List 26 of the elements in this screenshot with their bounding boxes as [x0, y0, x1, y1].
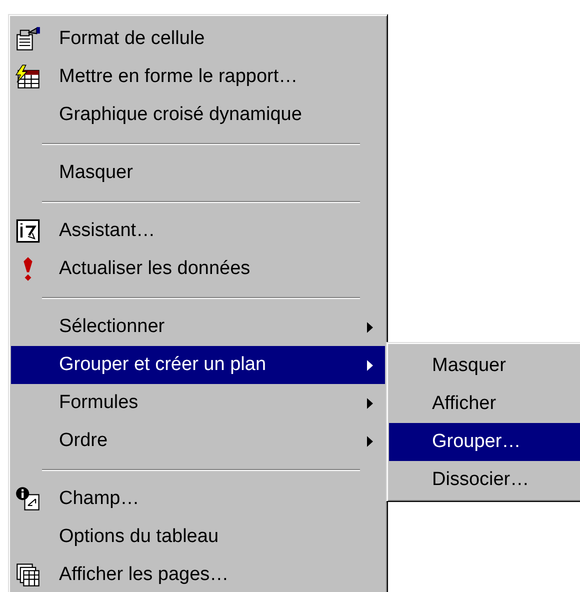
menu-item[interactable]: Graphique croisé dynamique — [11, 96, 385, 134]
submenu-arrow-icon — [367, 436, 373, 446]
submenu-arrow-icon — [367, 322, 373, 332]
menu-item[interactable]: Formules — [11, 384, 385, 422]
submenu-arrow-icon — [367, 398, 373, 408]
menu-item[interactable]: Format de cellule — [11, 20, 385, 58]
wizard-icon — [15, 218, 41, 244]
menu-item[interactable]: Masquer — [389, 347, 580, 385]
menu-item[interactable]: Masquer — [11, 154, 385, 192]
menu-item[interactable]: Assistant… — [11, 212, 385, 250]
menu-item[interactable]: Grouper… — [389, 423, 580, 461]
menu-item[interactable]: Ordre — [11, 422, 385, 460]
pages-icon — [15, 562, 41, 588]
format-cells-icon — [15, 26, 41, 52]
menu-item[interactable]: Actualiser les données — [11, 250, 385, 288]
submenu-arrow-icon — [367, 360, 373, 370]
table-lightning-icon — [15, 64, 41, 90]
menu-item[interactable]: Sélectionner — [11, 308, 385, 346]
info-field-icon — [15, 486, 41, 512]
menu-item[interactable]: Champ… — [11, 480, 385, 518]
menu-item[interactable]: Mettre en forme le rapport… — [11, 58, 385, 96]
menu-item[interactable]: Grouper et créer un plan — [11, 346, 385, 384]
menu-item[interactable]: Dissocier… — [389, 461, 580, 499]
menu-item[interactable]: Afficher les pages… — [11, 556, 385, 592]
menu-item[interactable]: Afficher — [389, 385, 580, 423]
menu-item[interactable]: Options du tableau — [11, 518, 385, 556]
